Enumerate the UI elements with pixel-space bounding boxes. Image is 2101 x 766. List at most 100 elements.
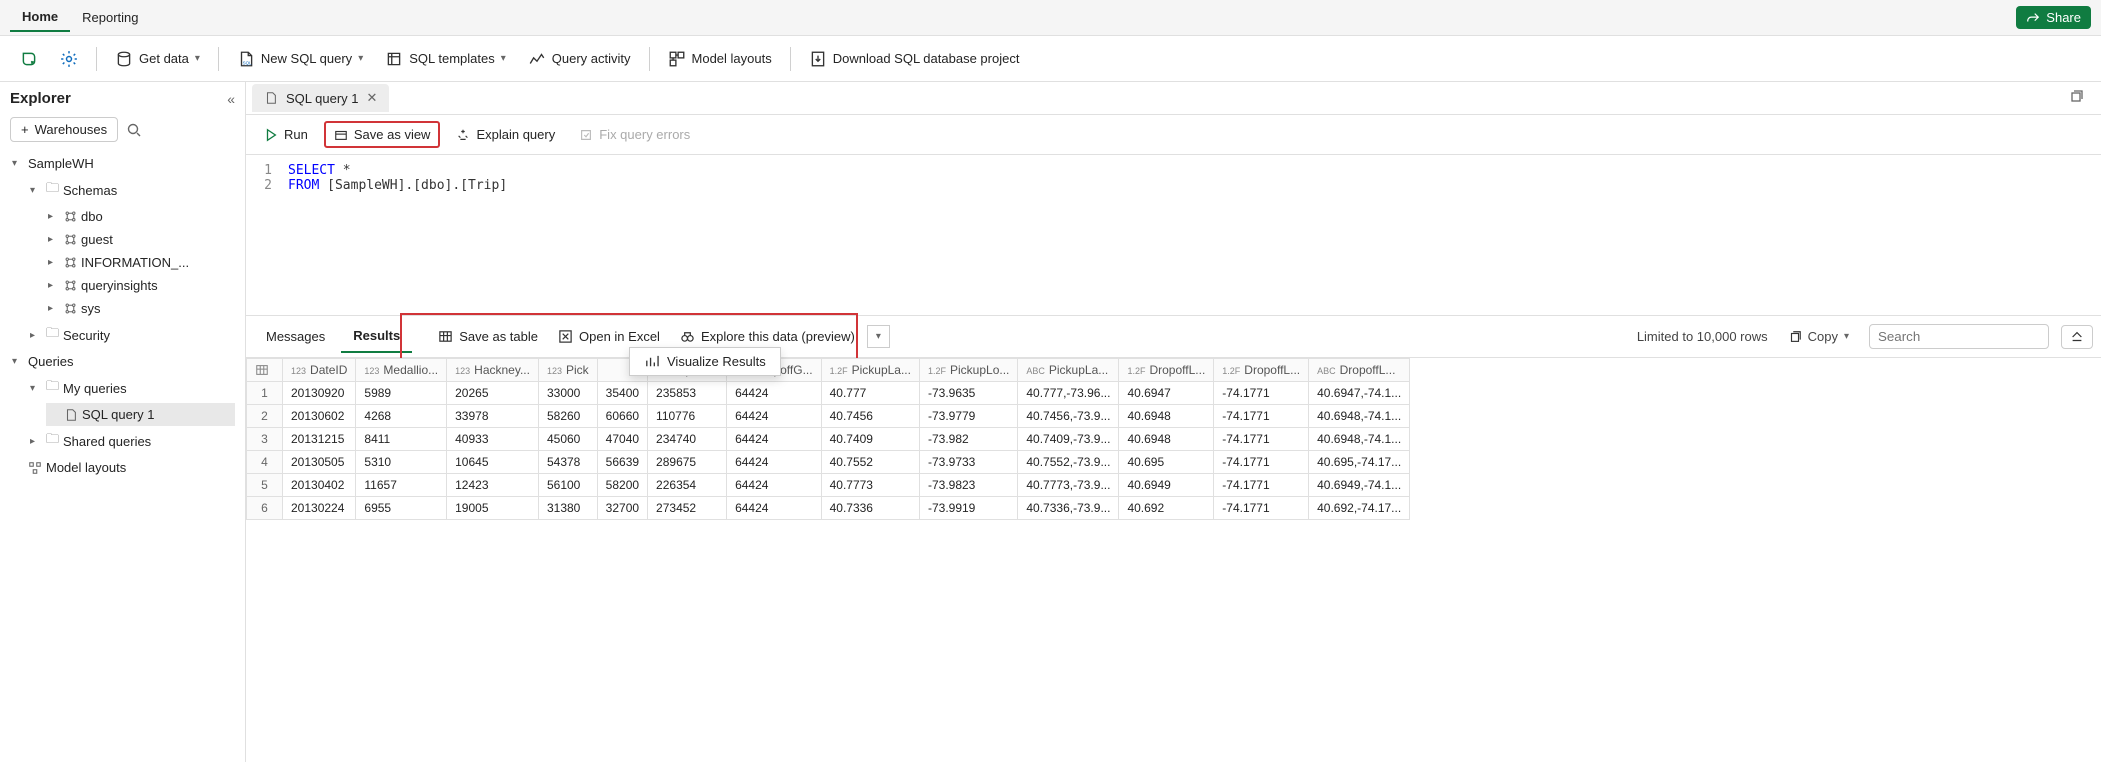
table-row[interactable]: 1201309205989202653300035400235853644244…	[247, 382, 1410, 405]
save-as-table-button[interactable]: Save as table	[430, 325, 546, 348]
tab-reporting[interactable]: Reporting	[70, 4, 150, 31]
cell[interactable]: 10645	[447, 451, 539, 474]
cell[interactable]: 40.692,-74.17...	[1309, 497, 1410, 520]
cell[interactable]: 35400	[597, 382, 647, 405]
cell[interactable]: -73.9635	[919, 382, 1017, 405]
cell[interactable]: -74.1771	[1214, 474, 1309, 497]
cell[interactable]: 56639	[597, 451, 647, 474]
table-row[interactable]: 6201302246955190053138032700273452644244…	[247, 497, 1410, 520]
cell[interactable]: 20130505	[283, 451, 356, 474]
explore-data-button[interactable]: Explore this data (preview)	[672, 325, 863, 348]
cell[interactable]: 234740	[648, 428, 727, 451]
cell[interactable]: 40.6948	[1119, 405, 1214, 428]
tree-schemas[interactable]: ▾ 🗀 Schemas	[28, 175, 235, 205]
tree-schema-item[interactable]: ▸dbo	[46, 205, 235, 228]
cell[interactable]: 40.7773	[821, 474, 919, 497]
cell[interactable]: 226354	[648, 474, 727, 497]
column-header[interactable]: 1.2FPickupLa...	[821, 359, 919, 382]
cell[interactable]: 40.6947,-74.1...	[1309, 382, 1410, 405]
cell[interactable]: 40.7336	[821, 497, 919, 520]
cell[interactable]: -73.982	[919, 428, 1017, 451]
cell[interactable]: 20130602	[283, 405, 356, 428]
tree-schema-item[interactable]: ▸guest	[46, 228, 235, 251]
tab-results[interactable]: Results	[341, 320, 412, 353]
warehouses-button[interactable]: + Warehouses	[10, 117, 118, 142]
tab-messages[interactable]: Messages	[254, 321, 337, 352]
tree-schema-item[interactable]: ▸sys	[46, 297, 235, 320]
cell[interactable]: 64424	[727, 405, 822, 428]
expand-button[interactable]	[2061, 325, 2093, 349]
new-sql-button[interactable]: SQL New SQL query ▾	[229, 46, 371, 72]
cell[interactable]: 58260	[538, 405, 597, 428]
tree-root-samplewh[interactable]: ▾ SampleWH	[10, 152, 235, 175]
run-button[interactable]: Run	[256, 123, 316, 146]
cell[interactable]: 20130402	[283, 474, 356, 497]
results-search-input[interactable]	[1869, 324, 2049, 349]
cell[interactable]: 40.6949,-74.1...	[1309, 474, 1410, 497]
close-icon[interactable]: ✕	[367, 90, 378, 106]
model-layouts-button[interactable]: Model layouts	[660, 46, 780, 72]
cell[interactable]: 60660	[597, 405, 647, 428]
cell[interactable]: 40.7552,-73.9...	[1018, 451, 1119, 474]
cell[interactable]: 20265	[447, 382, 539, 405]
download-project-button[interactable]: Download SQL database project	[801, 46, 1028, 72]
cell[interactable]: 19005	[447, 497, 539, 520]
cell[interactable]: 40.777,-73.96...	[1018, 382, 1119, 405]
cell[interactable]: 40.7336,-73.9...	[1018, 497, 1119, 520]
cell[interactable]: 40.695,-74.17...	[1309, 451, 1410, 474]
cell[interactable]: 12423	[447, 474, 539, 497]
tree-model-layouts[interactable]: Model layouts	[10, 456, 235, 479]
cell[interactable]: 40.6948	[1119, 428, 1214, 451]
cell[interactable]: -74.1771	[1214, 405, 1309, 428]
cell[interactable]: 64424	[727, 382, 822, 405]
cell[interactable]: 40.7409,-73.9...	[1018, 428, 1119, 451]
cell[interactable]: 33000	[538, 382, 597, 405]
cell[interactable]: -73.9823	[919, 474, 1017, 497]
get-data-button[interactable]: Get data ▾	[107, 46, 208, 72]
cell[interactable]: 40.777	[821, 382, 919, 405]
query-tab[interactable]: SQL query 1 ✕	[252, 84, 389, 112]
cell[interactable]: 40.695	[1119, 451, 1214, 474]
cell[interactable]: 40.6948,-74.1...	[1309, 405, 1410, 428]
tree-schema-item[interactable]: ▸INFORMATION_...	[46, 251, 235, 274]
cell[interactable]: 54378	[538, 451, 597, 474]
cell[interactable]: 20131215	[283, 428, 356, 451]
table-row[interactable]: 2201306024268339785826060660110776644244…	[247, 405, 1410, 428]
window-stack-icon[interactable]	[2069, 90, 2095, 106]
cell[interactable]: 40.7456,-73.9...	[1018, 405, 1119, 428]
cell[interactable]: -73.9919	[919, 497, 1017, 520]
tree-schema-item[interactable]: ▸queryinsights	[46, 274, 235, 297]
column-header[interactable]: 1.2FDropoffL...	[1119, 359, 1214, 382]
tab-home[interactable]: Home	[10, 3, 70, 32]
column-header[interactable]: 123Hackney...	[447, 359, 539, 382]
tree-sql-query-1[interactable]: SQL query 1	[46, 403, 235, 426]
cell[interactable]: -74.1771	[1214, 382, 1309, 405]
cell[interactable]: 110776	[648, 405, 727, 428]
share-button[interactable]: Share	[2016, 6, 2091, 29]
table-row[interactable]: 3201312158411409334506047040234740644244…	[247, 428, 1410, 451]
refresh-button[interactable]	[12, 46, 46, 72]
cell[interactable]: 289675	[648, 451, 727, 474]
explain-query-button[interactable]: Explain query	[448, 123, 563, 146]
sql-templates-button[interactable]: SQL templates ▾	[377, 46, 514, 72]
query-activity-button[interactable]: Query activity	[520, 46, 639, 72]
cell[interactable]: 64424	[727, 474, 822, 497]
cell[interactable]: 58200	[597, 474, 647, 497]
table-row[interactable]: 5201304021165712423561005820022635464424…	[247, 474, 1410, 497]
table-row[interactable]: 4201305055310106455437856639289675644244…	[247, 451, 1410, 474]
cell[interactable]: 235853	[648, 382, 727, 405]
explore-dropdown-button[interactable]: ▾	[867, 325, 890, 348]
cell[interactable]: 45060	[538, 428, 597, 451]
cell[interactable]: -73.9733	[919, 451, 1017, 474]
tree-security[interactable]: ▸ 🗀 Security	[28, 320, 235, 350]
cell[interactable]: 40933	[447, 428, 539, 451]
tree-my-queries[interactable]: ▾ 🗀 My queries	[28, 373, 235, 403]
cell[interactable]: 5310	[356, 451, 447, 474]
open-in-excel-button[interactable]: Open in Excel	[550, 325, 668, 348]
column-header[interactable]: 1.2FDropoffL...	[1214, 359, 1309, 382]
collapse-icon[interactable]: «	[227, 91, 235, 107]
cell[interactable]: -74.1771	[1214, 428, 1309, 451]
cell[interactable]: 40.7773,-73.9...	[1018, 474, 1119, 497]
copy-button[interactable]: Copy ▾	[1780, 325, 1857, 348]
cell[interactable]: 33978	[447, 405, 539, 428]
